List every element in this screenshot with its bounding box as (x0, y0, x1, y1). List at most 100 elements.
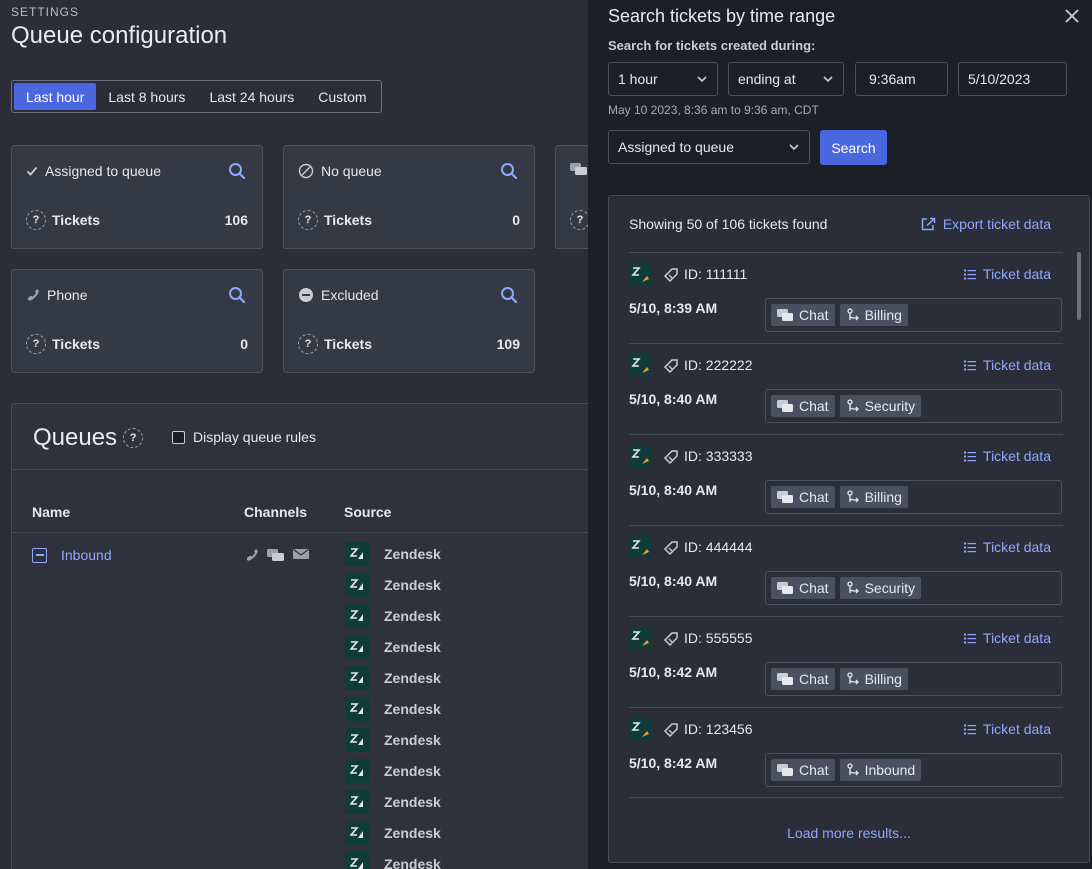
ticket-data-link[interactable]: Ticket data (964, 539, 1051, 555)
card-label: Excluded (321, 287, 379, 303)
card-metric-value: 0 (240, 336, 248, 352)
source-label: Zendesk (384, 608, 441, 624)
queue-label: Security (864, 398, 916, 414)
filter-custom-button[interactable]: Custom (306, 83, 378, 110)
chat-icon (777, 490, 793, 503)
filter-last-24-hours-button[interactable]: Last 24 hours (197, 83, 306, 110)
zendesk-logo-icon (345, 697, 369, 721)
queue-filter-value: Assigned to queue (618, 139, 734, 155)
help-icon[interactable]: ? (26, 210, 46, 230)
column-header-name[interactable]: Name (32, 504, 70, 520)
channel-label: Chat (799, 398, 829, 414)
close-icon[interactable] (1064, 8, 1080, 24)
ticket-data-label: Ticket data (983, 357, 1051, 373)
queue-route-icon (846, 308, 859, 321)
queue-route-icon (846, 581, 859, 594)
results-scrollbar[interactable] (1077, 252, 1081, 320)
card-assigned-to-queue: Assigned to queue ? Tickets 106 (11, 145, 263, 249)
list-icon (964, 724, 977, 734)
source-label: Zendesk (384, 763, 441, 779)
channel-chip: Chat (771, 395, 835, 417)
help-icon[interactable]: ? (123, 428, 144, 448)
zendesk-logo-icon (345, 728, 369, 752)
column-header-channels[interactable]: Channels (244, 504, 307, 520)
created-during-label: Search for tickets created during: (608, 38, 816, 53)
source-row: Zendesk (345, 635, 441, 659)
source-row: Zendesk (345, 759, 441, 783)
export-ticket-data-link[interactable]: Export ticket data (921, 216, 1051, 232)
filter-last-8-hours-button[interactable]: Last 8 hours (96, 83, 197, 110)
queue-chip: Billing (839, 304, 908, 326)
display-queue-rules-label: Display queue rules (193, 429, 316, 445)
card-metric-value: 109 (496, 336, 520, 352)
queue-label: Billing (864, 489, 902, 505)
ticket-data-link[interactable]: Ticket data (964, 448, 1051, 464)
queue-row-inbound[interactable]: Inbound (32, 547, 112, 563)
help-icon[interactable]: ? (26, 334, 46, 354)
collapse-icon[interactable] (32, 547, 47, 563)
anchor-select[interactable]: ending at (728, 62, 844, 96)
list-icon (964, 542, 977, 552)
display-queue-rules-checkbox[interactable] (172, 430, 185, 444)
zendesk-logo-icon (345, 759, 369, 783)
ticket-tag-icon (663, 541, 678, 556)
load-more-link[interactable]: Load more results... (609, 825, 1089, 841)
duration-select[interactable]: 1 hour (608, 62, 718, 96)
ticket-data-link[interactable]: Ticket data (964, 721, 1051, 737)
card-metric-label: Tickets (324, 212, 372, 228)
settings-eyebrow: SETTINGS (11, 5, 80, 19)
mail-icon (293, 548, 309, 559)
ticket-tags: Chat Security (765, 571, 1062, 605)
zendesk-logo-icon (345, 542, 369, 566)
ticket-id: ID: 555555 (684, 630, 753, 646)
ticket-data-link[interactable]: Ticket data (964, 630, 1051, 646)
queue-name-link[interactable]: Inbound (61, 547, 112, 563)
queue-route-icon (846, 399, 859, 412)
ticket-row: ID: 111111 Ticket data 5/10, 8:39 AM Chat Bi… (629, 252, 1063, 343)
search-icon[interactable] (228, 162, 246, 180)
display-queue-rules-toggle[interactable]: Display queue rules (172, 429, 316, 445)
filter-last-hour-button[interactable]: Last hour (14, 83, 97, 110)
date-input[interactable]: 5/10/2023 (958, 62, 1067, 96)
help-icon[interactable]: ? (298, 210, 318, 230)
help-icon[interactable]: ? (570, 210, 588, 230)
card-excluded: Excluded ? Tickets 109 (283, 269, 535, 373)
queue-label: Billing (864, 307, 902, 323)
search-icon[interactable] (500, 162, 518, 180)
ticket-created-date: 5/10, 8:40 AM (629, 391, 718, 407)
source-label: Zendesk (384, 546, 441, 562)
zendesk-logo-icon (345, 821, 369, 845)
card-metric-value: 0 (512, 212, 520, 228)
ticket-data-link[interactable]: Ticket data (964, 266, 1051, 282)
channel-label: Chat (799, 307, 829, 323)
source-label: Zendesk (384, 670, 441, 686)
source-row: Zendesk (345, 821, 441, 845)
queues-section: Queues ? Display queue rules Name Channe… (11, 403, 588, 869)
queues-title: Queues (33, 424, 118, 451)
channel-label: Chat (799, 489, 829, 505)
search-button[interactable]: Search (820, 130, 887, 165)
results-container: Showing 50 of 106 tickets found Export t… (608, 195, 1090, 863)
list-icon (964, 269, 977, 279)
column-header-source[interactable]: Source (344, 504, 391, 520)
queue-filter-select[interactable]: Assigned to queue (608, 130, 810, 164)
ticket-tags: Chat Billing (765, 480, 1062, 514)
queue-route-icon (846, 672, 859, 685)
ticket-tag-icon (663, 450, 678, 465)
ticket-created-date: 5/10, 8:42 AM (629, 755, 718, 771)
zendesk-logo-icon (345, 666, 369, 690)
chevron-down-icon (789, 144, 799, 151)
source-label: Zendesk (384, 856, 441, 869)
queue-chip: Security (839, 577, 922, 599)
search-icon[interactable] (228, 286, 246, 304)
chevron-down-icon (697, 76, 707, 83)
search-icon[interactable] (500, 286, 518, 304)
time-input[interactable]: 9:36am (855, 62, 948, 96)
list-icon (964, 360, 977, 370)
card-metric-label: Tickets (324, 336, 372, 352)
ticket-data-link[interactable]: Ticket data (964, 357, 1051, 373)
channel-label: Chat (799, 580, 829, 596)
source-row: Zendesk (345, 790, 441, 814)
help-icon[interactable]: ? (298, 334, 318, 354)
check-icon (26, 166, 38, 176)
